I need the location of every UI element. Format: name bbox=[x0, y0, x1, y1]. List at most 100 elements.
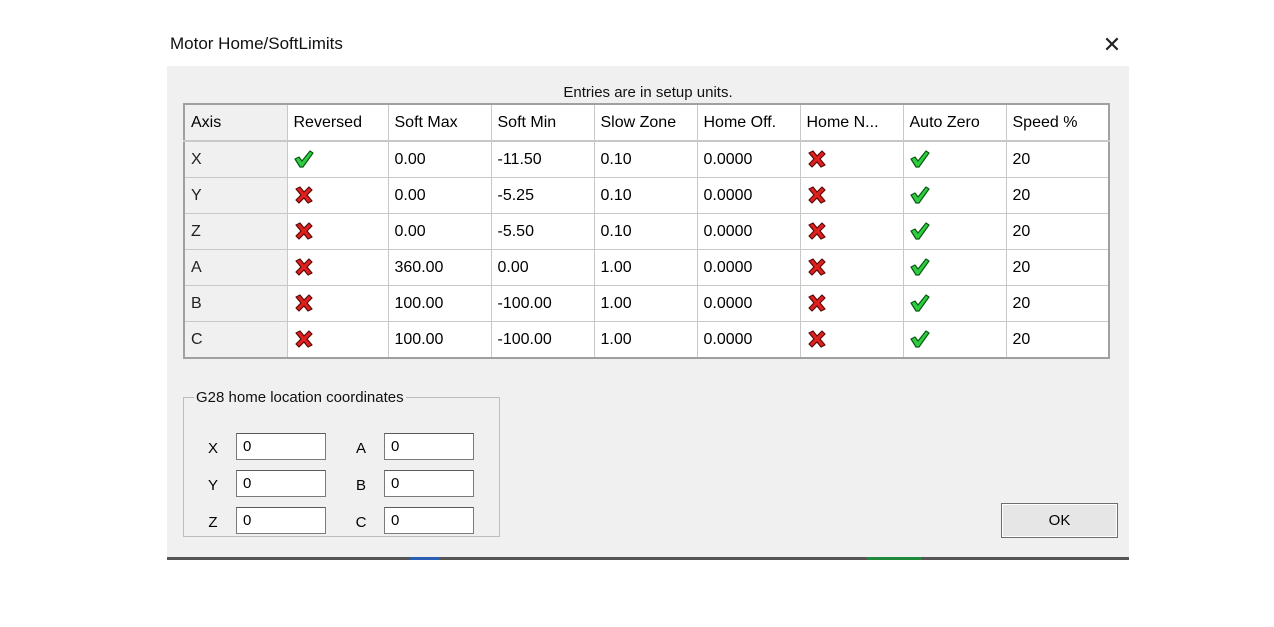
cell-speed[interactable]: 20 bbox=[1005, 249, 1110, 286]
units-caption: Entries are in setup units. bbox=[563, 84, 733, 101]
cell-speed[interactable]: 20 bbox=[1005, 177, 1110, 214]
g28-x-input[interactable] bbox=[236, 433, 326, 460]
green-check-icon bbox=[909, 222, 930, 240]
cell-home-neg[interactable] bbox=[799, 213, 904, 250]
dialog-client-area: Entries are in setup units. Axis Reverse… bbox=[167, 66, 1129, 558]
g28-group-legend: G28 home location coordinates bbox=[196, 389, 404, 406]
cell-soft-min[interactable]: -100.00 bbox=[490, 321, 595, 359]
g28-c-label: C bbox=[355, 514, 367, 531]
cell-auto-zero[interactable] bbox=[902, 213, 1007, 250]
g28-x-label: X bbox=[207, 440, 218, 457]
red-x-icon bbox=[807, 330, 826, 348]
red-x-icon bbox=[807, 150, 826, 168]
cell-axis[interactable]: Y bbox=[183, 177, 288, 214]
table-row: Y 0.00 -5.25 0.10 0.0000 20 bbox=[183, 177, 1110, 214]
cell-soft-max[interactable]: 360.00 bbox=[387, 249, 492, 286]
g28-c-input[interactable] bbox=[384, 507, 474, 534]
cell-home-offset[interactable]: 0.0000 bbox=[696, 177, 801, 214]
column-header-reversed[interactable]: Reversed bbox=[286, 103, 389, 142]
cell-reversed[interactable] bbox=[286, 213, 389, 250]
cell-home-offset[interactable]: 0.0000 bbox=[696, 140, 801, 178]
column-header-home-neg[interactable]: Home N... bbox=[799, 103, 904, 142]
cell-axis[interactable]: Z bbox=[183, 213, 288, 250]
cell-reversed[interactable] bbox=[286, 177, 389, 214]
cell-slow-zone[interactable]: 0.10 bbox=[593, 213, 698, 250]
cell-home-neg[interactable] bbox=[799, 177, 904, 214]
red-x-icon bbox=[294, 258, 313, 276]
background-strip-segment bbox=[867, 557, 922, 560]
cell-axis[interactable]: B bbox=[183, 285, 288, 322]
close-icon[interactable]: ✕ bbox=[1100, 34, 1124, 58]
column-header-slow-zone[interactable]: Slow Zone bbox=[593, 103, 698, 142]
table-row: X 0.00 -11.50 0.10 0.0000 20 bbox=[183, 140, 1110, 178]
cell-soft-max[interactable]: 100.00 bbox=[387, 321, 492, 359]
cell-speed[interactable]: 20 bbox=[1005, 285, 1110, 322]
cell-reversed[interactable] bbox=[286, 285, 389, 322]
g28-z-input[interactable] bbox=[236, 507, 326, 534]
column-header-speed[interactable]: Speed % bbox=[1005, 103, 1110, 142]
g28-y-input[interactable] bbox=[236, 470, 326, 497]
table-row: Z 0.00 -5.50 0.10 0.0000 20 bbox=[183, 213, 1110, 250]
background-window-strip bbox=[167, 557, 1129, 560]
cell-soft-min[interactable]: -5.25 bbox=[490, 177, 595, 214]
green-check-icon bbox=[909, 150, 930, 168]
column-header-auto-zero[interactable]: Auto Zero bbox=[902, 103, 1007, 142]
cell-axis[interactable]: X bbox=[183, 140, 288, 178]
cell-soft-min[interactable]: -100.00 bbox=[490, 285, 595, 322]
cell-home-offset[interactable]: 0.0000 bbox=[696, 285, 801, 322]
cell-auto-zero[interactable] bbox=[902, 140, 1007, 178]
cell-home-neg[interactable] bbox=[799, 321, 904, 359]
g28-b-input[interactable] bbox=[384, 470, 474, 497]
cell-auto-zero[interactable] bbox=[902, 285, 1007, 322]
cell-auto-zero[interactable] bbox=[902, 321, 1007, 359]
green-check-icon bbox=[909, 294, 930, 312]
background-strip-segment bbox=[410, 557, 440, 560]
cell-home-neg[interactable] bbox=[799, 285, 904, 322]
cell-soft-max[interactable]: 0.00 bbox=[387, 177, 492, 214]
g28-b-label: B bbox=[355, 477, 366, 494]
table-row: A 360.00 0.00 1.00 0.0000 20 bbox=[183, 249, 1110, 286]
red-x-icon bbox=[294, 186, 313, 204]
cell-home-neg[interactable] bbox=[799, 249, 904, 286]
cell-home-offset[interactable]: 0.0000 bbox=[696, 321, 801, 359]
g28-y-label: Y bbox=[207, 477, 218, 494]
red-x-icon bbox=[294, 222, 313, 240]
cell-slow-zone[interactable]: 0.10 bbox=[593, 177, 698, 214]
ok-button[interactable]: OK bbox=[1001, 503, 1118, 538]
column-header-axis[interactable]: Axis bbox=[183, 103, 288, 142]
cell-reversed[interactable] bbox=[286, 140, 389, 178]
cell-reversed[interactable] bbox=[286, 249, 389, 286]
cell-auto-zero[interactable] bbox=[902, 177, 1007, 214]
cell-soft-max[interactable]: 0.00 bbox=[387, 213, 492, 250]
cell-soft-min[interactable]: -5.50 bbox=[490, 213, 595, 250]
cell-soft-max[interactable]: 100.00 bbox=[387, 285, 492, 322]
g28-a-input[interactable] bbox=[384, 433, 474, 460]
cell-home-offset[interactable]: 0.0000 bbox=[696, 213, 801, 250]
cell-slow-zone[interactable]: 0.10 bbox=[593, 140, 698, 178]
cell-axis[interactable]: A bbox=[183, 249, 288, 286]
cell-soft-min[interactable]: 0.00 bbox=[490, 249, 595, 286]
green-check-icon bbox=[909, 258, 930, 276]
cell-soft-min[interactable]: -11.50 bbox=[490, 140, 595, 178]
cell-auto-zero[interactable] bbox=[902, 249, 1007, 286]
green-check-icon bbox=[909, 186, 930, 204]
cell-slow-zone[interactable]: 1.00 bbox=[593, 249, 698, 286]
cell-speed[interactable]: 20 bbox=[1005, 213, 1110, 250]
cell-slow-zone[interactable]: 1.00 bbox=[593, 285, 698, 322]
cell-reversed[interactable] bbox=[286, 321, 389, 359]
table-row: B 100.00 -100.00 1.00 0.0000 20 bbox=[183, 285, 1110, 322]
column-header-soft-min[interactable]: Soft Min bbox=[490, 103, 595, 142]
cell-speed[interactable]: 20 bbox=[1005, 321, 1110, 359]
cell-soft-max[interactable]: 0.00 bbox=[387, 140, 492, 178]
axis-limits-table: Axis Reversed Soft Max Soft Min Slow Zon… bbox=[183, 103, 1110, 359]
cell-axis[interactable]: C bbox=[183, 321, 288, 359]
cell-slow-zone[interactable]: 1.00 bbox=[593, 321, 698, 359]
green-check-icon bbox=[293, 150, 314, 168]
column-header-home-offset[interactable]: Home Off. bbox=[696, 103, 801, 142]
cell-speed[interactable]: 20 bbox=[1005, 140, 1110, 178]
red-x-icon bbox=[807, 294, 826, 312]
cell-home-offset[interactable]: 0.0000 bbox=[696, 249, 801, 286]
green-check-icon bbox=[909, 330, 930, 348]
cell-home-neg[interactable] bbox=[799, 140, 904, 178]
column-header-soft-max[interactable]: Soft Max bbox=[387, 103, 492, 142]
